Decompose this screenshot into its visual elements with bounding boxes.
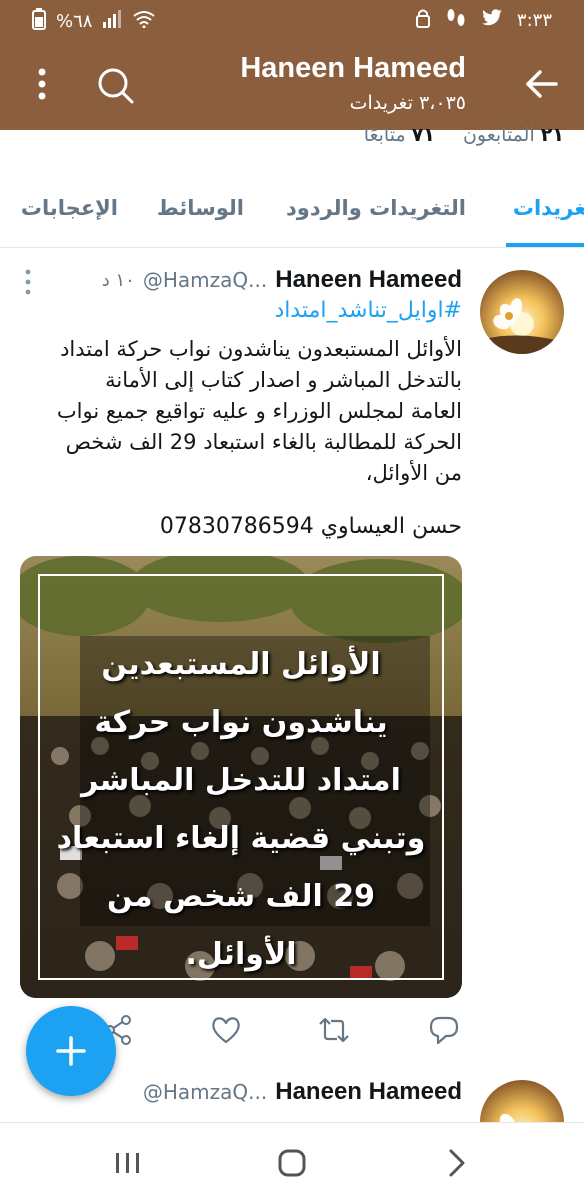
following-label[interactable]: المتابعون	[463, 124, 535, 146]
back-arrow-icon[interactable]	[520, 62, 564, 106]
wifi-icon	[132, 10, 156, 33]
following-count: ٢١	[540, 124, 564, 146]
tweet-text: الأوائل المستبعدون يناشدون نواب حركة امت…	[22, 334, 462, 489]
like-icon[interactable]	[208, 1012, 244, 1048]
status-left: %٦٨	[32, 8, 156, 35]
tweet-text-line: العامة لمجلس الوزراء و عليه تواقيع جميع …	[56, 399, 462, 423]
profile-header: Haneen Hameed ٣،٠٣٥ تغريدات	[0, 40, 584, 130]
image-caption: الأوائل المستبعدين يناشدون نواب حركة امت…	[50, 636, 432, 984]
tweet-more-icon[interactable]	[22, 268, 34, 296]
home-icon[interactable]	[270, 1141, 314, 1185]
system-nav-bar	[0, 1122, 584, 1200]
compose-tweet-button[interactable]	[26, 1006, 116, 1096]
header-title: Haneen Hameed	[240, 52, 466, 84]
tweet-author-handle[interactable]: @HamzaQ...	[143, 268, 267, 292]
tab-tweets-replies[interactable]: التغريدات والردود	[286, 196, 466, 220]
avatar[interactable]	[480, 270, 564, 354]
retweet-icon[interactable]	[316, 1012, 352, 1048]
image-caption-line: وتبني قضية إلغاء استبعاد	[56, 821, 426, 856]
image-caption-line: يناشدون نواب حركة	[94, 705, 388, 740]
tweet-image[interactable]: الأوائل المستبعدين يناشدون نواب حركة امت…	[20, 556, 462, 998]
tweet-author-name[interactable]: Haneen Hameed	[275, 1078, 462, 1106]
battery-percent: %٦٨	[56, 11, 93, 32]
header-tweet-count: ٣،٠٣٥ تغريدات	[349, 92, 466, 114]
recent-apps-icon[interactable]	[106, 1141, 150, 1185]
overflow-menu-icon[interactable]	[24, 64, 60, 104]
tweet-time: ١٠ د	[101, 269, 135, 291]
tweet-text-line: من الأوائل،	[365, 461, 462, 485]
battery-icon	[32, 8, 46, 35]
tab-media[interactable]: الوسائط	[157, 196, 244, 220]
tweet-author-handle[interactable]: @HamzaQ...	[143, 1080, 267, 1104]
tweet-author-name[interactable]: Haneen Hameed	[275, 266, 462, 294]
image-caption-line: 29 الف شخص من الأوائل.	[107, 879, 375, 972]
tweet-text-line: الحركة للمطالبة بالغاء استبعاد 29 الف شخ…	[65, 430, 462, 454]
twitter-icon	[481, 9, 503, 32]
active-tab-indicator	[506, 243, 584, 247]
image-caption-line: الأوائل المستبعدين	[101, 647, 381, 682]
status-right: ٣:٣٣	[415, 8, 552, 33]
tweet-hashtag[interactable]: #اوايل_تناشد_امتداد	[274, 298, 462, 323]
status-time: ٣:٣٣	[516, 10, 552, 31]
tweet-header: Haneen Hameed @HamzaQ... ١٠ د	[102, 266, 462, 294]
footprints-icon	[445, 8, 467, 33]
back-nav-icon[interactable]	[434, 1141, 478, 1185]
tab-likes[interactable]: الإعجابات	[21, 196, 118, 220]
reply-icon[interactable]	[426, 1012, 462, 1048]
follow-stats: ٢١ المتابعون ٧١ متابعًا	[364, 124, 564, 146]
signal-icon	[102, 10, 122, 33]
profile-tabs: تغريدات التغريدات والردود الوسائط الإعجا…	[0, 186, 584, 248]
followers-count: ٧١	[411, 124, 435, 146]
tweet-header: Haneen Hameed @HamzaQ...	[143, 1078, 462, 1106]
lock-icon	[415, 8, 431, 33]
avatar[interactable]	[480, 1080, 564, 1122]
tweet-signature: حسن العيساوي 07830786594	[159, 514, 462, 539]
tweet-text-line: بالتدخل المباشر و اصدار كتاب إلى الأمانة	[105, 368, 462, 392]
image-caption-line: امتداد للتدخل المباشر	[81, 763, 401, 798]
tweet-text-line: الأوائل المستبعدون يناشدون نواب حركة امت…	[60, 337, 462, 361]
search-icon[interactable]	[92, 62, 138, 108]
plus-icon	[56, 1036, 86, 1066]
followers-label[interactable]: متابعًا	[364, 124, 406, 146]
status-bar: %٦٨ ٣:٣٣	[0, 0, 584, 40]
tab-tweets[interactable]: تغريدات	[513, 196, 584, 220]
